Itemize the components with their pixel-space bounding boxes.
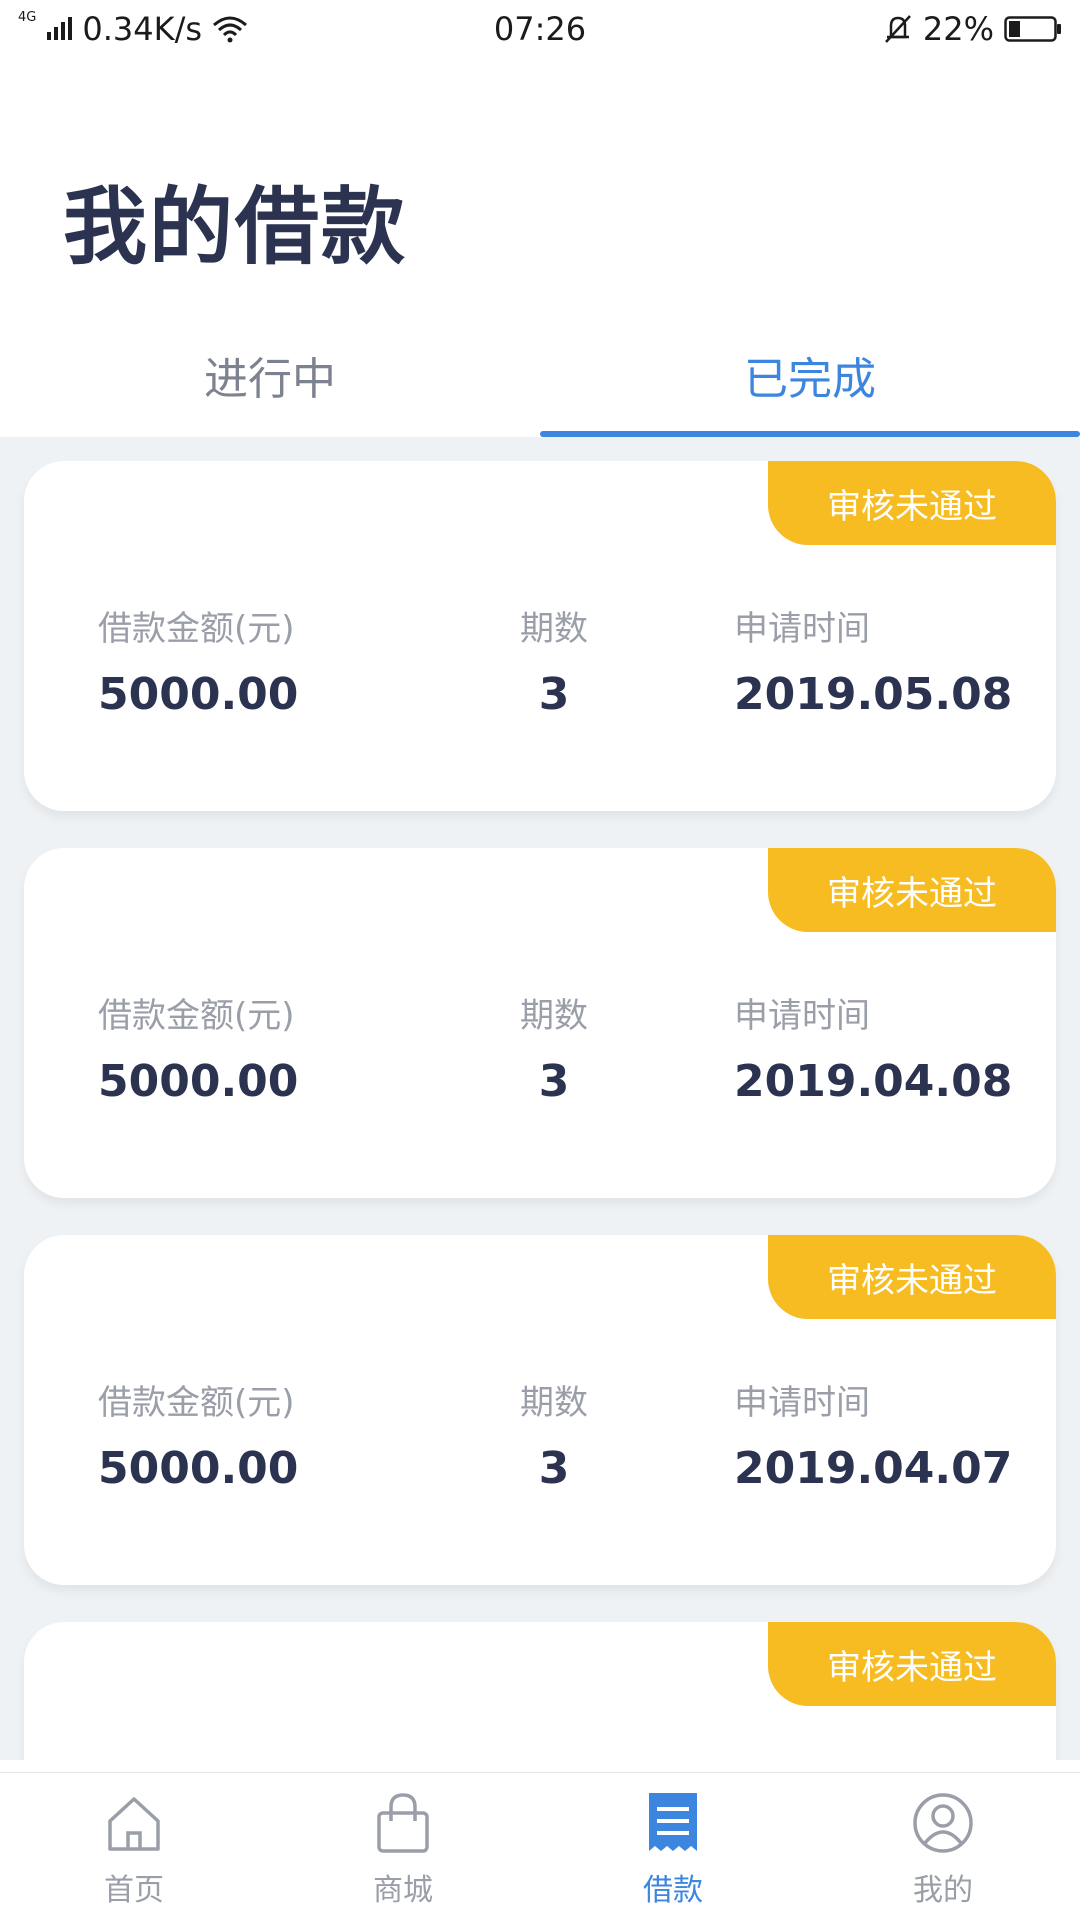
nav-home[interactable]: 首页 [34, 1791, 234, 1909]
date-value: 2019.04.08 [734, 1056, 1013, 1107]
periods-label: 期数 [520, 996, 588, 1036]
user-icon [913, 1793, 973, 1853]
loan-card[interactable]: 审核未通过 借款金额(元) 期数 申请时间 5000.00 3 2019.04.… [24, 1235, 1056, 1585]
nav-mall-label: 商城 [373, 1873, 433, 1908]
amount-value: 5000.00 [98, 1443, 299, 1494]
page-title: 我的借款 [63, 178, 408, 276]
nav-loan[interactable]: 借款 [573, 1791, 773, 1909]
home-icon [108, 1797, 160, 1851]
status-badge: 审核未通过 [768, 1235, 1056, 1319]
loan-list[interactable]: 审核未通过 借款金额(元) 期数 申请时间 5000.00 3 2019.05.… [0, 437, 1080, 1760]
loan-card[interactable]: 审核未通过 借款金额(元) 期数 申请时间 5000.00 3 2019.05.… [24, 461, 1056, 811]
nav-mall[interactable]: 商城 [303, 1791, 503, 1909]
date-label: 申请时间 [734, 1383, 870, 1423]
amount-value: 5000.00 [98, 1056, 299, 1107]
status-badge: 审核未通过 [768, 848, 1056, 932]
receipt-icon [649, 1793, 697, 1851]
tab-bar: 进行中 已完成 [0, 325, 1080, 437]
amount-label: 借款金额(元) [98, 996, 295, 1036]
nav-home-label: 首页 [104, 1873, 164, 1908]
tab-completed[interactable]: 已完成 [540, 343, 1080, 407]
status-badge: 审核未通过 [768, 1622, 1056, 1706]
status-badge: 审核未通过 [768, 461, 1056, 545]
amount-value: 5000.00 [98, 669, 299, 720]
periods-label: 期数 [520, 1383, 588, 1423]
status-bar: 4G 0.34K/s 07:26 22% [0, 0, 1080, 58]
periods-label: 期数 [520, 609, 588, 649]
date-label: 申请时间 [734, 996, 870, 1036]
shopping-bag-icon [377, 1793, 429, 1853]
loan-card[interactable]: 审核未通过 [24, 1622, 1056, 1760]
date-value: 2019.05.08 [734, 669, 1013, 720]
periods-value: 3 [538, 669, 570, 720]
date-value: 2019.04.07 [734, 1443, 1013, 1494]
tab-ongoing[interactable]: 进行中 [0, 343, 540, 407]
status-time: 07:26 [493, 10, 587, 48]
date-label: 申请时间 [734, 609, 870, 649]
amount-label: 借款金额(元) [98, 1383, 295, 1423]
periods-value: 3 [538, 1056, 570, 1107]
amount-label: 借款金额(元) [98, 609, 295, 649]
nav-profile-label: 我的 [913, 1873, 973, 1908]
periods-value: 3 [538, 1443, 570, 1494]
bottom-nav: 首页 商城 借款 我的 [0, 1772, 1080, 1920]
loan-card[interactable]: 审核未通过 借款金额(元) 期数 申请时间 5000.00 3 2019.04.… [24, 848, 1056, 1198]
nav-profile[interactable]: 我的 [843, 1791, 1043, 1909]
nav-loan-label: 借款 [643, 1873, 703, 1908]
